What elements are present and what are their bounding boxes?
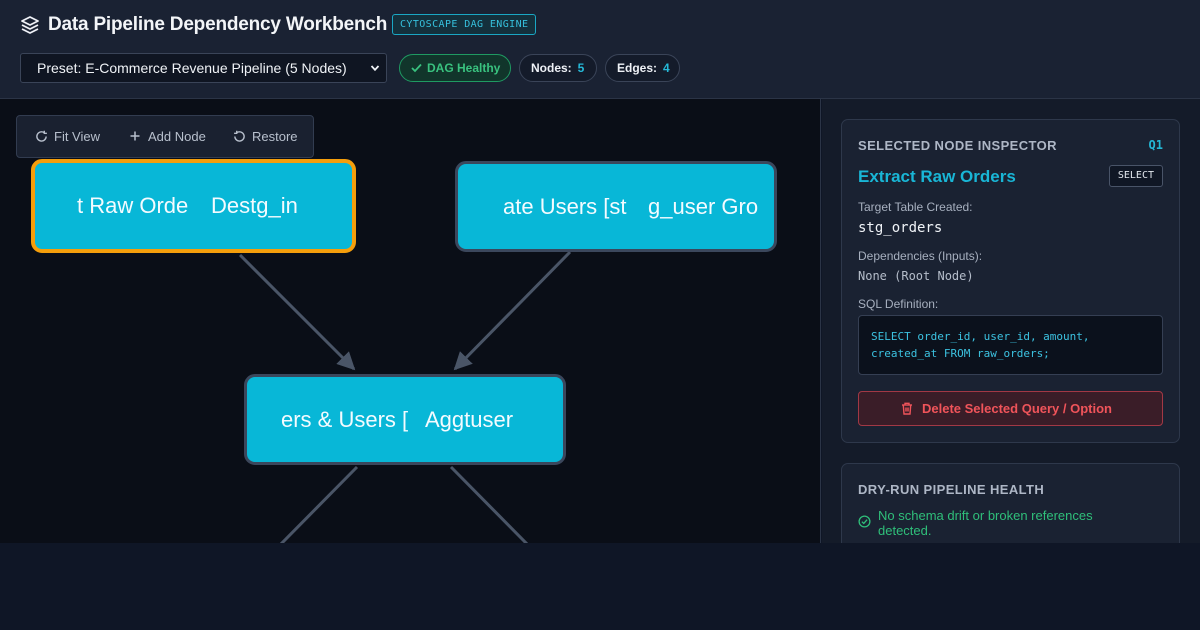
restore-label: Restore	[252, 129, 298, 144]
engine-tag: CYTOSCAPE DAG ENGINE	[392, 14, 537, 35]
nodes-count-value: 5	[577, 61, 585, 75]
chevron-down-icon	[370, 65, 380, 72]
node-q2-label-overlay: g_user Gro	[648, 193, 759, 219]
check-icon	[411, 63, 422, 73]
sql-definition-label: SQL Definition:	[858, 297, 939, 311]
check-circle-icon	[858, 515, 871, 528]
query-id: Q1	[1148, 138, 1163, 152]
node-q2-label: ate Users [st	[503, 193, 627, 219]
edge-q3-q5[interactable]	[449, 465, 529, 543]
undo-icon	[234, 130, 245, 142]
delete-query-button[interactable]: Delete Selected Query / Option	[858, 391, 1163, 426]
node-q1-label-overlay: Destg_in	[211, 193, 298, 218]
node-q3-label-overlay: Aggtuser	[425, 406, 514, 432]
node-q3-label: ers & Users [	[281, 406, 409, 432]
node-q2[interactable]: ate Users [st g_user Gro	[455, 161, 777, 252]
node-q3[interactable]: ers & Users [ Aggtuser	[244, 374, 566, 465]
canvas-toolbar: Fit View Add Node Restore	[16, 115, 314, 158]
health-heading: DRY-RUN PIPELINE HEALTH	[858, 482, 1045, 497]
inspector-heading: SELECTED NODE INSPECTOR	[858, 138, 1057, 153]
plus-icon	[130, 131, 140, 141]
refresh-icon	[36, 130, 47, 142]
edges-count-label: Edges:	[617, 61, 658, 75]
nodes-count-label: Nodes:	[531, 61, 572, 75]
selected-node-title: Extract Raw Orders	[858, 167, 1016, 186]
app-header: Data Pipeline Dependency Workbench CYTOS…	[0, 0, 1200, 99]
graph-canvas[interactable]: t Raw Orde Destg_in ate Users [st g_user…	[0, 99, 821, 543]
trash-icon	[902, 402, 912, 415]
delete-query-label: Delete Selected Query / Option	[922, 401, 1112, 416]
side-panel: SELECTED NODE INSPECTOR Q1 Extract Raw O…	[822, 99, 1200, 543]
restore-button[interactable]: Restore	[233, 116, 313, 157]
preset-select[interactable]: Preset: E-Commerce Revenue Pipeline (5 N…	[20, 53, 387, 83]
nodes-count-badge: Nodes: 5	[519, 54, 597, 82]
edge-q3-q4[interactable]	[279, 465, 359, 543]
add-node-button[interactable]: Add Node	[129, 116, 221, 157]
dag-health-label: DAG Healthy	[427, 61, 501, 75]
dependencies-label: Dependencies (Inputs):	[858, 249, 983, 263]
pipeline-health-card: DRY-RUN PIPELINE HEALTH No schema drift …	[841, 463, 1180, 543]
edge-q1-q3[interactable]	[238, 253, 356, 371]
node-q1-label: t Raw Orde	[77, 193, 189, 218]
app-title: Data Pipeline Dependency Workbench	[48, 14, 388, 35]
page-bottom	[0, 543, 1200, 630]
dag-health-badge: DAG Healthy	[399, 54, 511, 82]
query-kind-badge: SELECT	[1108, 165, 1163, 187]
sql-definition-code[interactable]: SELECT order_id, user_id, amount, create…	[858, 315, 1163, 375]
layers-icon	[21, 16, 39, 34]
node-q1[interactable]: t Raw Orde Destg_in	[31, 159, 356, 253]
fit-view-label: Fit View	[54, 129, 100, 144]
edge-q2-q3[interactable]	[453, 250, 572, 371]
edges-count-value: 4	[663, 61, 670, 75]
edges-count-badge: Edges: 4	[605, 54, 680, 82]
target-table-value: stg_orders	[858, 220, 943, 236]
fit-view-button[interactable]: Fit View	[35, 116, 115, 157]
health-message: No schema drift or broken references det…	[878, 508, 1093, 538]
preset-select-value: Preset: E-Commerce Revenue Pipeline (5 N…	[37, 60, 347, 76]
node-inspector-card: SELECTED NODE INSPECTOR Q1 Extract Raw O…	[841, 119, 1180, 443]
add-node-label: Add Node	[148, 129, 206, 144]
target-table-label: Target Table Created:	[858, 200, 973, 214]
dependencies-value: None (Root Node)	[858, 269, 974, 283]
